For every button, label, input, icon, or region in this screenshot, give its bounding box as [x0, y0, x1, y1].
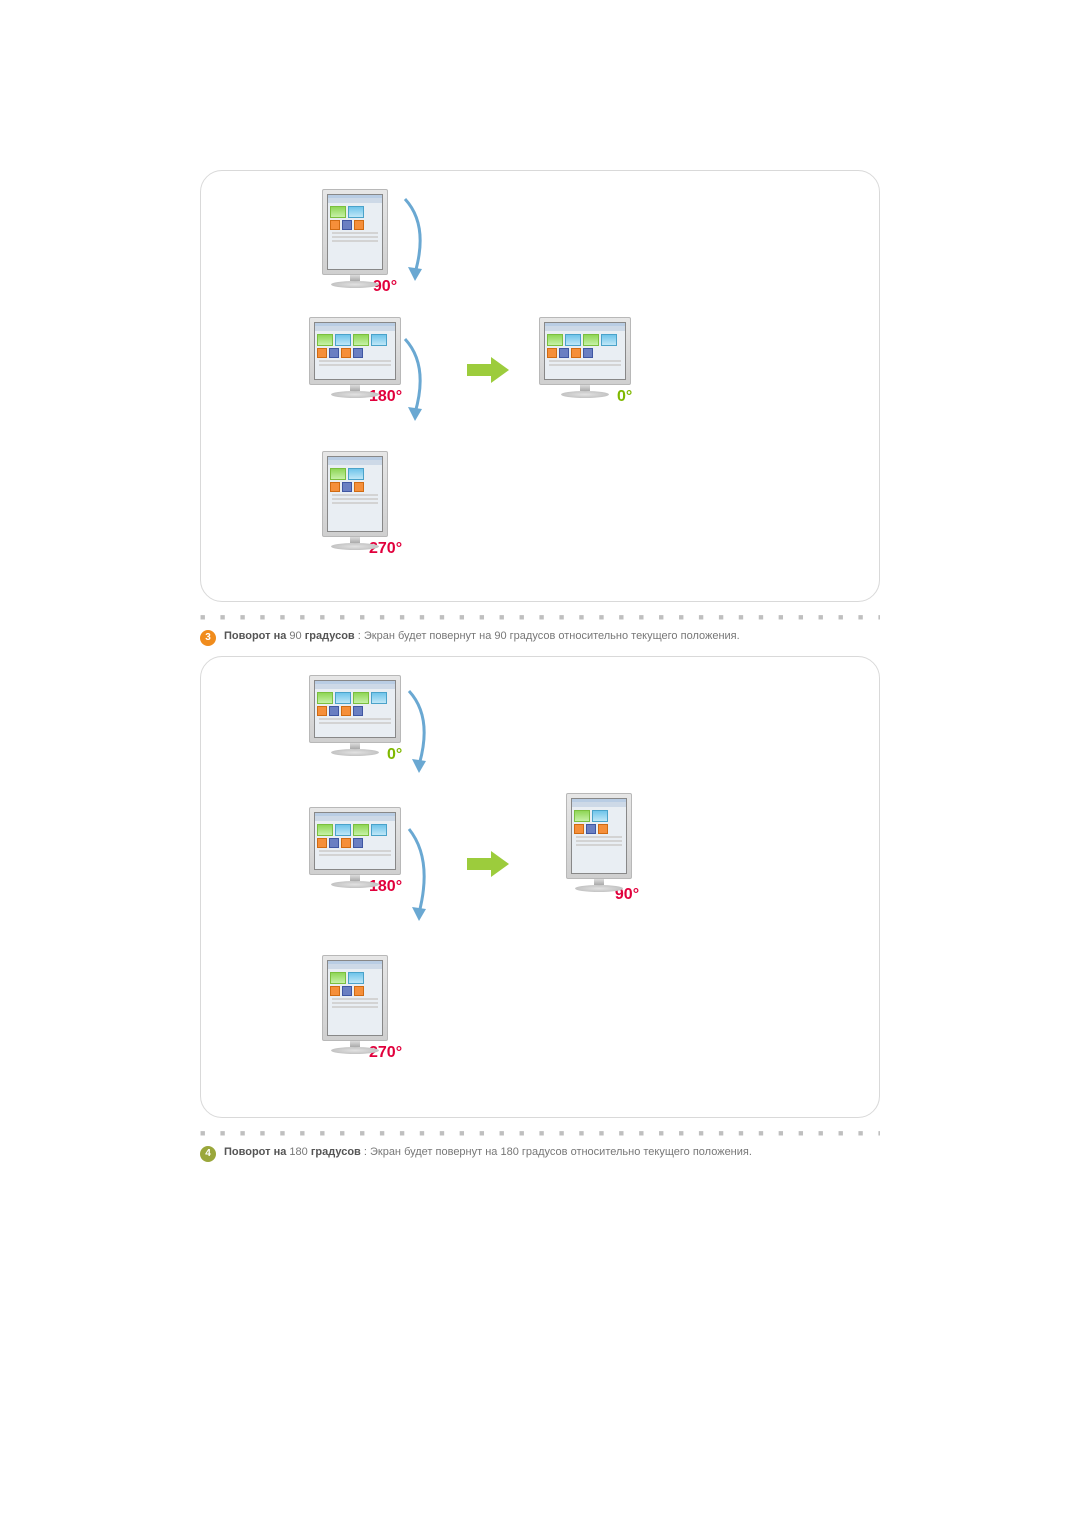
caption-4-text: Поворот на 180 градусов : Экран будет по…	[224, 1144, 752, 1162]
monitor2-180	[309, 807, 401, 888]
separator-dots: ■ ■ ■ ■ ■ ■ ■ ■ ■ ■ ■ ■ ■ ■ ■ ■ ■ ■ ■ ■ …	[200, 612, 880, 622]
separator-dots: ■ ■ ■ ■ ■ ■ ■ ■ ■ ■ ■ ■ ■ ■ ■ ■ ■ ■ ■ ■ …	[200, 1128, 880, 1138]
result-arrow-icon	[467, 357, 509, 383]
caption-3-text: Поворот на 90 градусов : Экран будет пов…	[224, 628, 740, 646]
monitor2-result-90	[553, 793, 645, 892]
page: 90° 180°	[124, 0, 956, 1372]
monitor2-270	[309, 955, 401, 1054]
result-arrow-icon	[467, 851, 509, 877]
rotation-diagram-2: 0° 180°	[200, 656, 880, 1118]
monitor-180	[309, 317, 401, 398]
monitor-result-0	[539, 317, 631, 398]
monitor-90	[309, 189, 401, 288]
caption-4: 4 Поворот на 180 градусов : Экран будет …	[200, 1144, 880, 1162]
monitor-270	[309, 451, 401, 550]
monitor-0	[309, 675, 401, 756]
bullet-4: 4	[200, 1146, 216, 1162]
bullet-3: 3	[200, 630, 216, 646]
rotation-diagram-1: 90° 180°	[200, 170, 880, 602]
caption-3: 3 Поворот на 90 градусов : Экран будет п…	[200, 628, 880, 646]
